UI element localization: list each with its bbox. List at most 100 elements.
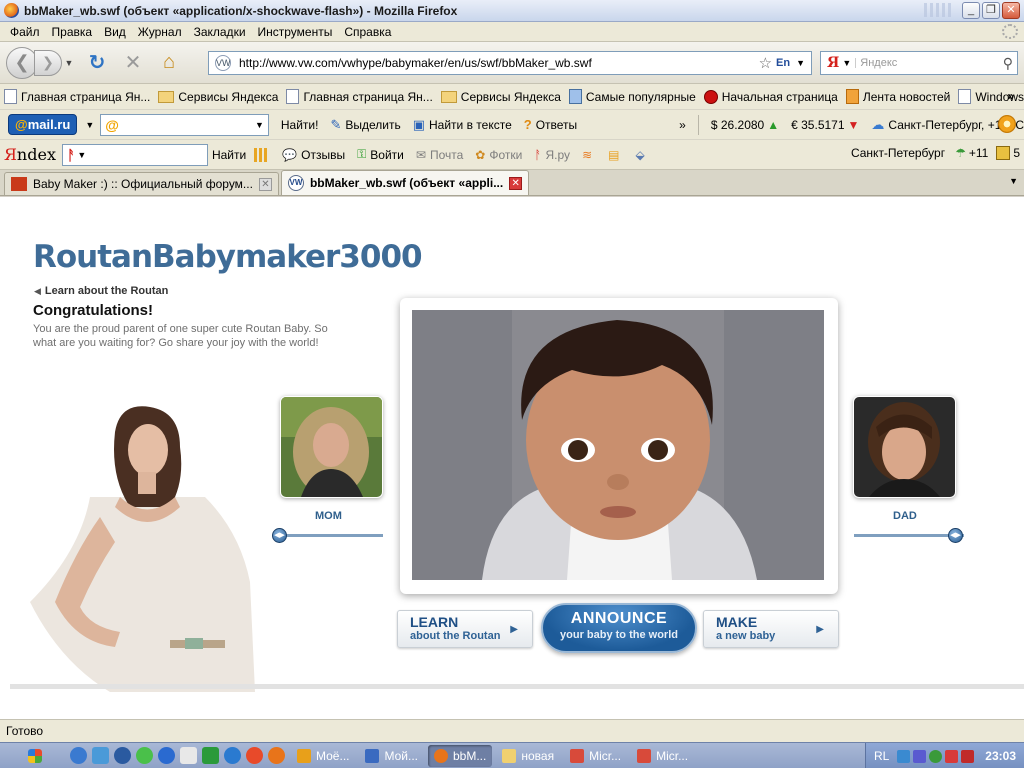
menu-tools[interactable]: Инструменты [252, 25, 339, 39]
keyboard-language[interactable]: RL [874, 749, 889, 763]
bookmark-item[interactable]: Главная страница Ян... [286, 89, 433, 104]
messenger-icon[interactable] [92, 747, 109, 764]
firefox-quick-icon[interactable] [268, 747, 285, 764]
close-tab-icon[interactable]: ✕ [509, 176, 523, 190]
taskbar-item[interactable]: новая [496, 745, 560, 767]
mailru-search-dropdown[interactable]: ▼ [255, 120, 264, 130]
tray-icon[interactable] [929, 749, 943, 763]
restore-button[interactable]: ❐ [982, 2, 1000, 19]
yandex-search-input[interactable]: ᚨ ▼ [61, 143, 208, 166]
learn-button[interactable]: LEARN about the Routan ▶ [397, 610, 533, 648]
photos-button[interactable]: ✿ Фотки [475, 148, 522, 162]
site-identity-icon[interactable]: VW [215, 55, 231, 71]
make-button[interactable]: MAKE a new baby ▶ [703, 610, 839, 648]
search-input[interactable]: Яндекс [860, 57, 1002, 69]
yaru-button[interactable]: ᚨ Я.ру [534, 148, 570, 162]
dad-slider-handle[interactable]: ◀▶ [948, 528, 963, 543]
search-icon[interactable]: ⚲ [1003, 55, 1013, 72]
tray-icon[interactable] [913, 749, 927, 763]
mailru-menu-dropdown[interactable]: ▼ [85, 120, 94, 130]
answers-button[interactable]: ? Ответы [524, 117, 577, 132]
mailru-logo[interactable]: @mail.ru [8, 114, 78, 135]
bookmark-item[interactable]: Сервисы Яндекса [440, 90, 561, 104]
bookmark-item[interactable]: Windows Media [958, 89, 1024, 104]
reload-button[interactable]: ↻ [82, 48, 112, 78]
gear-icon[interactable] [998, 115, 1016, 133]
tab-list-dropdown[interactable]: ▼ [1009, 176, 1018, 186]
minimize-button[interactable]: _ [962, 2, 980, 19]
usd-rate[interactable]: $ 26.2080 ▲ [711, 118, 779, 132]
menu-view[interactable]: Вид [98, 25, 132, 39]
address-bar[interactable]: VW http://www.vw.com/vwhype/babymaker/en… [208, 51, 812, 75]
login-button[interactable]: ⚿ Войти [357, 147, 404, 162]
yandex-search-logo[interactable]: Я [821, 55, 842, 71]
content-divider [10, 684, 1024, 689]
yandex-weather-widget[interactable]: Санкт-Петербург ☂ +11 5 [851, 146, 1020, 160]
media-player-icon[interactable] [114, 747, 131, 764]
taskbar-item[interactable]: Micr... [564, 745, 627, 767]
dad-photo-frame[interactable] [853, 396, 956, 498]
tray-icon[interactable] [897, 749, 911, 763]
taskbar-item[interactable]: Моё... [291, 745, 355, 767]
mom-slider-track[interactable] [273, 534, 383, 537]
taskbar-item[interactable]: Micr... [631, 745, 694, 767]
mom-photo-frame[interactable] [280, 396, 383, 498]
tab-bbmaker-swf[interactable]: VW bbMaker_wb.swf (объект «appli... ✕ [280, 170, 530, 195]
yandex-money-button[interactable]: ▤ [608, 148, 623, 162]
browser-icon[interactable] [224, 747, 241, 764]
forward-button[interactable]: ❯ [34, 49, 62, 76]
icq-icon[interactable] [136, 747, 153, 764]
mailru-find-button[interactable]: Найти! [281, 118, 319, 132]
bookmark-star-icon[interactable]: ☆ [759, 54, 772, 72]
signal-bars-icon[interactable] [254, 147, 271, 162]
eur-rate[interactable]: € 35.5171 ▼ [791, 118, 859, 132]
menu-file[interactable]: Файл [4, 25, 46, 39]
menu-history[interactable]: Журнал [132, 25, 188, 39]
menu-help[interactable]: Справка [338, 25, 397, 39]
learn-about-routan-link[interactable]: ◀ Learn about the Routan [34, 285, 168, 297]
bookmark-item[interactable]: Главная страница Ян... [4, 89, 150, 104]
tray-icon[interactable] [945, 749, 959, 763]
yandex-input-dropdown[interactable]: ▼ [77, 150, 86, 160]
start-button[interactable] [0, 743, 70, 768]
find-in-text-button[interactable]: ▣ Найти в тексте [413, 117, 512, 133]
bookmarks-overflow-chevron-icon[interactable]: » [1007, 89, 1014, 103]
taskbar-item-active[interactable]: bbM... [428, 744, 493, 767]
h-app-icon[interactable] [202, 747, 219, 764]
history-dropdown[interactable]: ▼ [62, 58, 76, 68]
ie-icon[interactable] [70, 747, 87, 764]
reviews-button[interactable]: 💬 Отзывы [282, 148, 345, 162]
url-dropdown[interactable]: ▼ [796, 58, 805, 68]
taskbar-item[interactable]: Мой... [359, 745, 424, 767]
mom-slider-handle[interactable]: ◀▶ [272, 528, 287, 543]
language-badge[interactable]: En [776, 57, 790, 69]
menu-bookmarks[interactable]: Закладки [188, 25, 252, 39]
bookmark-item[interactable]: Лента новостей [845, 89, 950, 104]
close-window-button[interactable]: ✕ [1002, 2, 1020, 19]
url-text[interactable]: http://www.vw.com/vwhype/babymaker/en/us… [239, 56, 759, 70]
search-bar[interactable]: Я ▼ Яндекс ⚲ [820, 51, 1018, 75]
menu-edit[interactable]: Правка [46, 25, 99, 39]
tray-icon[interactable] [961, 749, 975, 763]
mail-button[interactable]: ✉ Почта [416, 148, 463, 162]
opera-icon[interactable] [246, 747, 263, 764]
yandex-extra-button[interactable]: ≋ [582, 148, 596, 162]
stop-button[interactable]: ✕ [118, 48, 148, 78]
home-button[interactable]: ⌂ [154, 48, 184, 78]
search-engine-dropdown[interactable]: ▼ [842, 58, 857, 68]
stack-icon: ≋ [582, 147, 593, 162]
yandex-find-button[interactable]: Найти [212, 148, 246, 162]
bookmark-item[interactable]: Самые популярные [568, 89, 696, 104]
close-tab-icon[interactable]: ✕ [258, 177, 272, 191]
announce-button[interactable]: ANNOUNCE your baby to the world [541, 603, 697, 653]
mailru-overflow-button[interactable]: » [679, 118, 686, 132]
tab-babymaker-forum[interactable]: Baby Maker :) :: Официальный форум... ✕ [4, 172, 279, 195]
bookmark-item[interactable]: Начальная страница [703, 89, 838, 104]
yandex-bookmarks-button[interactable]: ⬙ [635, 148, 648, 162]
highlight-button[interactable]: ✎ Выделить [330, 117, 400, 133]
window-icon[interactable] [180, 747, 197, 764]
yandex-logo[interactable]: Яndex [4, 145, 56, 164]
bookmark-item[interactable]: Сервисы Яндекса [158, 90, 278, 104]
mailru-search-input[interactable]: @ ▼ [100, 113, 269, 136]
download-icon[interactable] [158, 747, 175, 764]
